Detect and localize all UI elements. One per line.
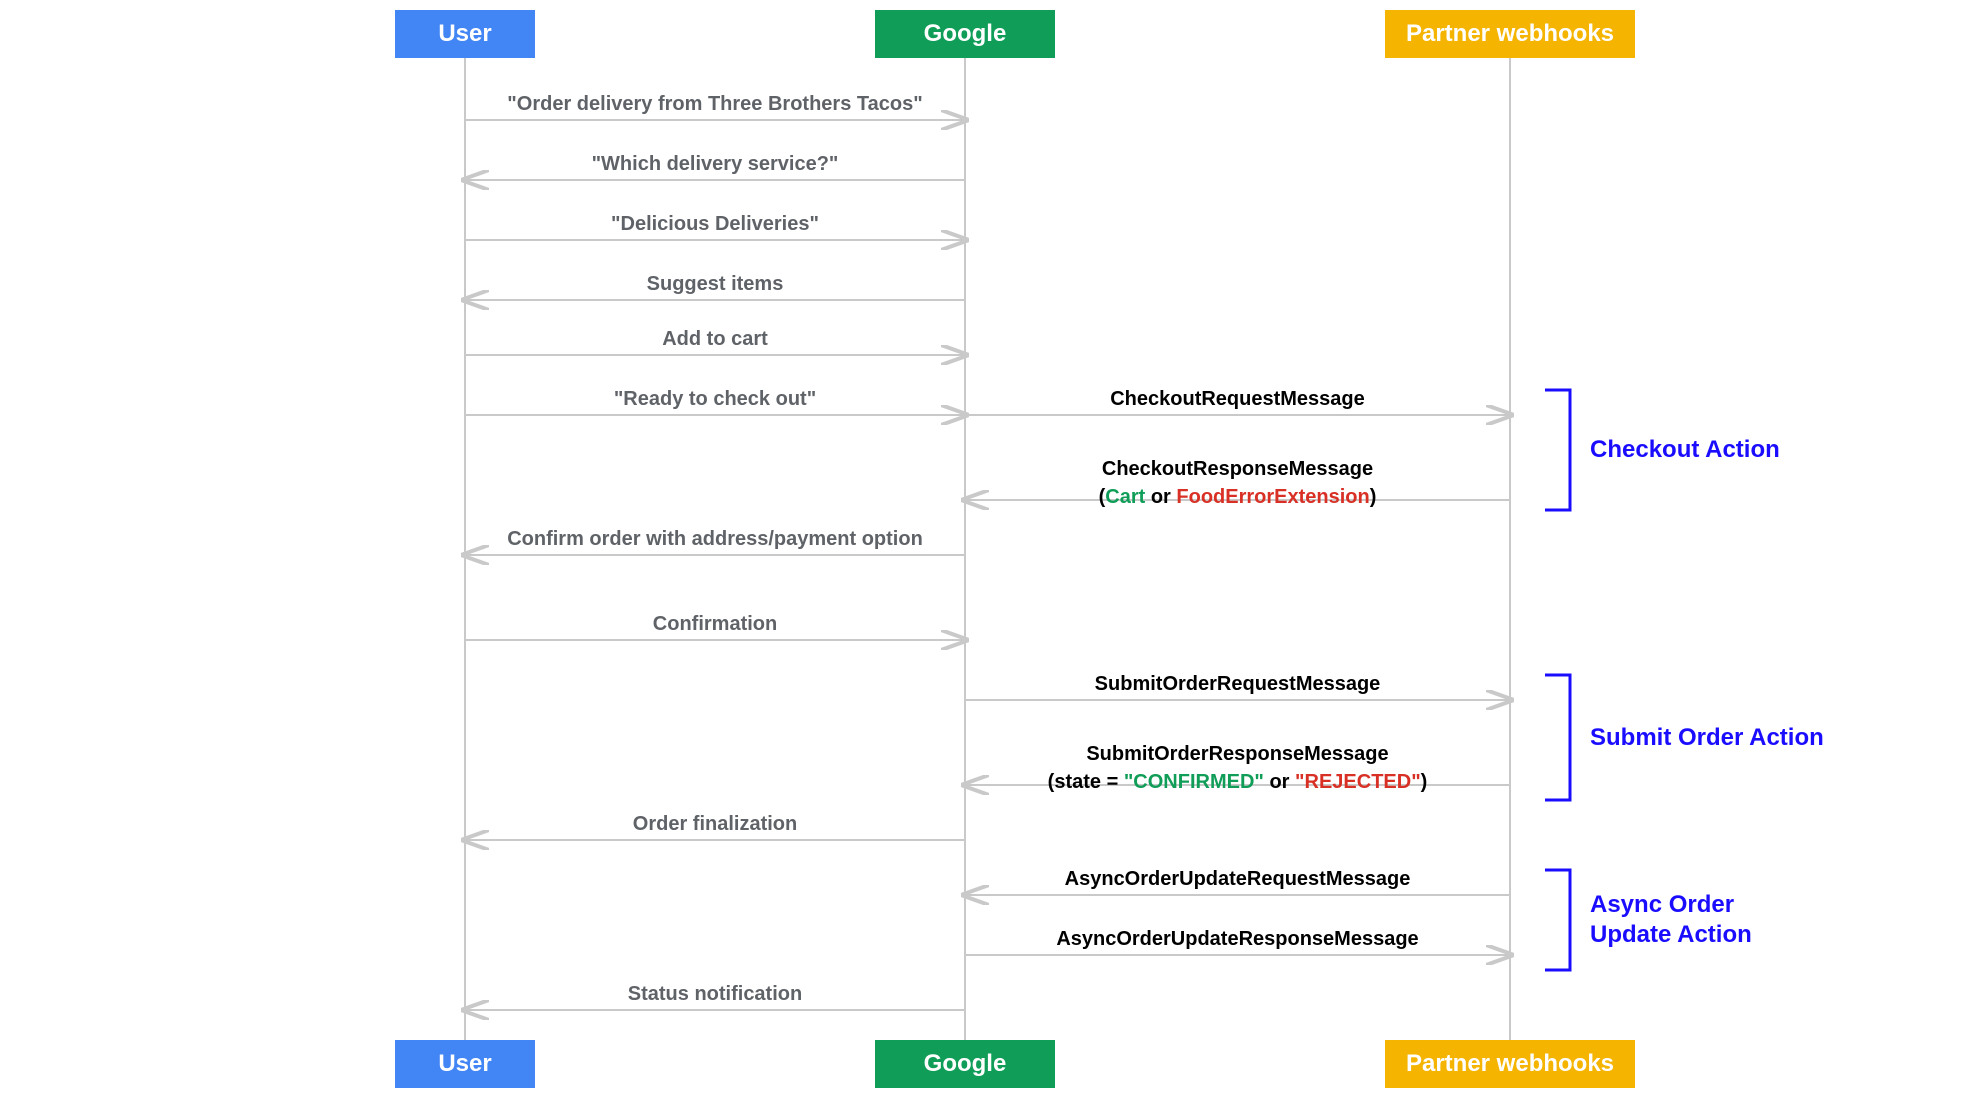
msg-confirmation: Confirmation: [465, 613, 965, 636]
msg-submit-resp: SubmitOrderResponseMessage: [965, 743, 1510, 766]
msg-checkout-req: CheckoutRequestMessage: [965, 388, 1510, 411]
action-submit: Submit Order Action: [1590, 723, 1824, 753]
msg-order-finalization: Order finalization: [465, 813, 965, 836]
msg-confirm-order: Confirm order with address/payment optio…: [465, 528, 965, 551]
msg-checkout-resp: CheckoutResponseMessage: [965, 458, 1510, 481]
msg-order-delivery: "Order delivery from Three Brothers Taco…: [465, 93, 965, 116]
msg-async-req: AsyncOrderUpdateRequestMessage: [965, 868, 1510, 891]
msg-submit-resp-sub: (state = "CONFIRMED" or "REJECTED"): [965, 771, 1510, 794]
action-checkout: Checkout Action: [1590, 435, 1780, 465]
action-async: Async Order Update Action: [1590, 890, 1752, 950]
msg-delicious: "Delicious Deliveries": [465, 213, 965, 236]
msg-status-notif: Status notification: [465, 983, 965, 1006]
msg-async-resp: AsyncOrderUpdateResponseMessage: [965, 928, 1510, 951]
msg-add-to-cart: Add to cart: [465, 328, 965, 351]
sequence-diagram: User Google Partner webhooks User Google…: [0, 0, 1983, 1098]
msg-checkout-resp-sub: (Cart or FoodErrorExtension): [965, 486, 1510, 509]
msg-which-service: "Which delivery service?": [465, 153, 965, 176]
msg-submit-req: SubmitOrderRequestMessage: [965, 673, 1510, 696]
msg-ready-checkout: "Ready to check out": [465, 388, 965, 411]
msg-suggest-items: Suggest items: [465, 273, 965, 296]
